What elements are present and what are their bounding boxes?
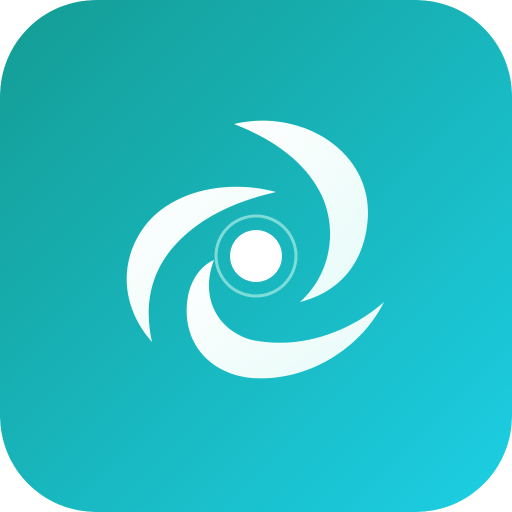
center-dot — [230, 230, 282, 282]
swirl-logo-icon — [0, 0, 512, 512]
app-icon[interactable] — [0, 0, 512, 512]
